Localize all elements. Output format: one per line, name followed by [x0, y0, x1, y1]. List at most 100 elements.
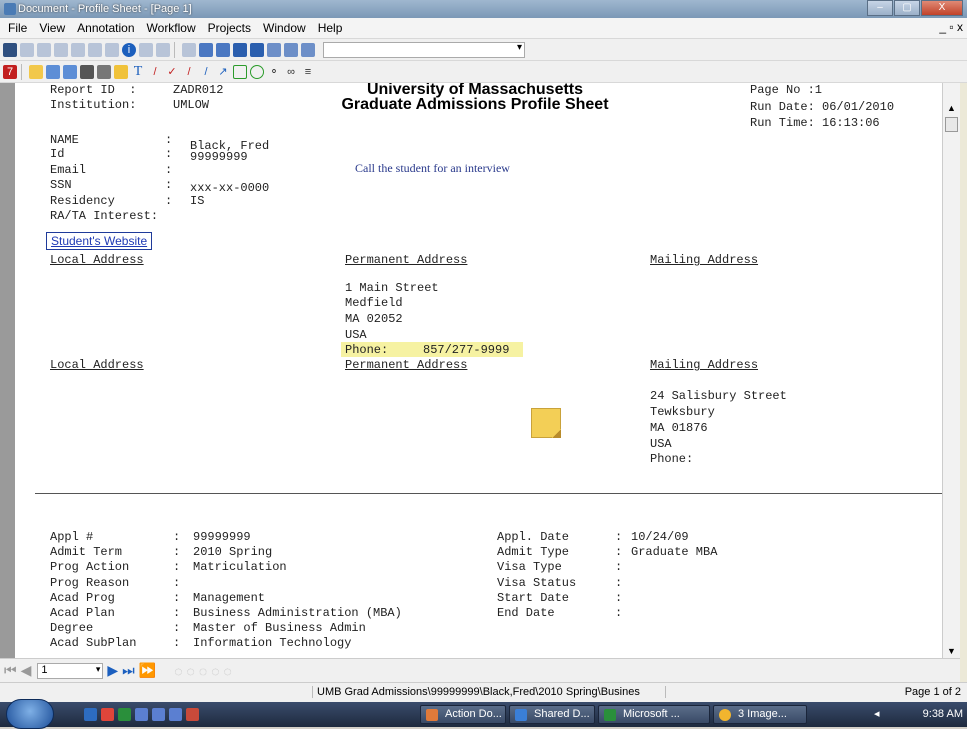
edit-icon[interactable]	[105, 42, 119, 57]
tool-icon[interactable]: ◌	[187, 663, 195, 679]
tool-icon[interactable]: ◌	[211, 663, 219, 679]
taskbar-item[interactable]: Shared D...	[509, 705, 595, 724]
attach-icon[interactable]: ⚬	[267, 65, 281, 79]
page-navigation-bar: ⏮ ◀ 1 ▾ ▶ ⏭ ⏩ ◌ ◌ ◌ ◌ ◌	[0, 658, 960, 682]
menu-help[interactable]: Help	[318, 21, 343, 35]
save-icon[interactable]	[3, 42, 17, 57]
maximize-button[interactable]: ▢	[894, 0, 920, 16]
quicklaunch-icon[interactable]	[84, 708, 97, 721]
quicklaunch-icon[interactable]	[186, 708, 199, 721]
scroll-down-icon[interactable]: ▼	[945, 646, 958, 656]
taskbar-item[interactable]: Microsoft ...	[598, 705, 710, 724]
acad-prog-label: Acad Prog	[50, 591, 115, 605]
clock[interactable]: 9:38 AM	[923, 708, 963, 720]
open-icon[interactable]	[20, 42, 34, 57]
export-icon[interactable]	[54, 42, 68, 57]
menu-window[interactable]: Window	[263, 21, 306, 35]
rotate-left-icon[interactable]	[233, 42, 247, 57]
arrow-icon[interactable]: ↗	[216, 65, 230, 79]
text-select-icon[interactable]	[63, 64, 77, 79]
pointer-icon[interactable]	[29, 64, 43, 79]
colon: :	[615, 545, 623, 559]
checkmark-icon[interactable]: ✓	[165, 65, 179, 79]
zoom-out-icon[interactable]	[216, 42, 230, 57]
colon: :	[165, 133, 173, 147]
appl-date-value: 10/24/09	[631, 530, 689, 544]
annotation-note[interactable]: Call the student for an interview	[355, 161, 510, 176]
appl-num-value: 99999999	[193, 530, 251, 544]
taskbar-item[interactable]: 3 Image...	[713, 705, 807, 724]
close-button[interactable]: X	[921, 0, 963, 16]
fit-height-icon[interactable]	[301, 42, 315, 57]
rectangle-icon[interactable]	[233, 64, 247, 79]
vertical-scrollbar[interactable]: ▲ ▼	[942, 83, 960, 658]
status-bar: UMB Grad Admissions\99999999\Black,Fred\…	[0, 682, 967, 702]
properties-icon[interactable]	[139, 42, 153, 57]
prog-reason-label: Prog Reason	[50, 576, 130, 590]
copy-icon[interactable]	[88, 42, 102, 57]
tool-icon[interactable]: ◌	[174, 663, 182, 679]
ellipse-icon[interactable]	[250, 64, 264, 79]
highlight-icon[interactable]	[114, 64, 128, 79]
minimize-button[interactable]: –	[867, 0, 893, 16]
scroll-up-icon[interactable]: ▲	[945, 103, 958, 113]
run-time: Run Time: 16:13:06	[750, 116, 880, 130]
sticky-note-icon[interactable]	[531, 408, 561, 438]
thumbnails-icon[interactable]	[267, 42, 281, 57]
text-tool-icon[interactable]: T	[131, 64, 145, 79]
quicklaunch-icon[interactable]	[135, 708, 148, 721]
tool-icon[interactable]: ◌	[199, 663, 207, 679]
quicklaunch-icon[interactable]	[101, 708, 114, 721]
menu-file[interactable]: File	[8, 21, 27, 35]
id-value: 99999999	[190, 150, 248, 164]
mail-address-line: USA	[650, 437, 672, 451]
quicklaunch-icon[interactable]	[169, 708, 182, 721]
first-page-icon[interactable]: ⏮	[4, 662, 17, 679]
print-icon[interactable]	[71, 42, 85, 57]
document-viewport[interactable]: Report ID : ZADR012 Institution: UMLOW U…	[0, 83, 960, 658]
stamp-icon[interactable]	[80, 64, 94, 79]
chevron-down-icon: ▾	[516, 41, 522, 53]
line-icon[interactable]: /	[199, 65, 213, 79]
last-page-icon[interactable]: ⏭	[122, 662, 135, 679]
zoom-in-icon[interactable]	[199, 42, 213, 57]
taskbar-item[interactable]: Action Do...	[420, 705, 506, 724]
annotation-toggle-icon[interactable]: 7	[3, 64, 17, 79]
menu-view[interactable]: View	[39, 21, 65, 35]
menu-projects[interactable]: Projects	[208, 21, 251, 35]
page-number-select[interactable]: 1 ▾	[37, 662, 104, 679]
fit-icon[interactable]	[182, 42, 196, 57]
rotate-right-icon[interactable]	[250, 42, 264, 57]
tray-icon[interactable]: ◂	[874, 708, 880, 720]
fast-forward-icon[interactable]: ⏩	[139, 662, 156, 679]
info-icon[interactable]: i	[122, 42, 136, 57]
prev-page-icon[interactable]: ◀	[21, 662, 32, 679]
tool-icon[interactable]: ◌	[224, 663, 232, 679]
pen-icon[interactable]: /	[148, 65, 162, 79]
menu-annotation[interactable]: Annotation	[77, 21, 134, 35]
student-website-link[interactable]: Student's Website	[46, 232, 153, 250]
window-title: Document - Profile Sheet - [Page 1]	[18, 3, 192, 15]
note-icon[interactable]: ≡	[301, 65, 315, 79]
link-icon[interactable]: ∞	[284, 65, 298, 79]
document-dropdown[interactable]: ▾	[323, 41, 525, 58]
phone-value: 857/277-9999	[423, 343, 510, 357]
degree-value: Master of Business Admin	[193, 621, 366, 635]
mdi-controls[interactable]: _ ▫ x	[939, 20, 963, 34]
colon: :	[615, 530, 623, 544]
select-icon[interactable]	[46, 64, 60, 79]
scroll-thumb[interactable]	[945, 117, 958, 132]
menu-workflow[interactable]: Workflow	[147, 21, 196, 35]
fit-width-icon[interactable]	[284, 42, 298, 57]
start-button[interactable]	[6, 699, 54, 729]
scan-icon[interactable]	[156, 42, 170, 57]
redact-icon[interactable]	[97, 64, 111, 79]
quicklaunch-icon[interactable]	[118, 708, 131, 721]
print-preview-icon[interactable]	[37, 42, 51, 57]
freehand-icon[interactable]: /	[182, 65, 196, 79]
next-page-icon[interactable]: ▶	[107, 662, 118, 679]
quicklaunch-icon[interactable]	[152, 708, 165, 721]
sheet-title: Graduate Admissions Profile Sheet	[341, 96, 609, 113]
colon: :	[615, 576, 623, 590]
report-id-label: Report ID :	[50, 83, 137, 97]
